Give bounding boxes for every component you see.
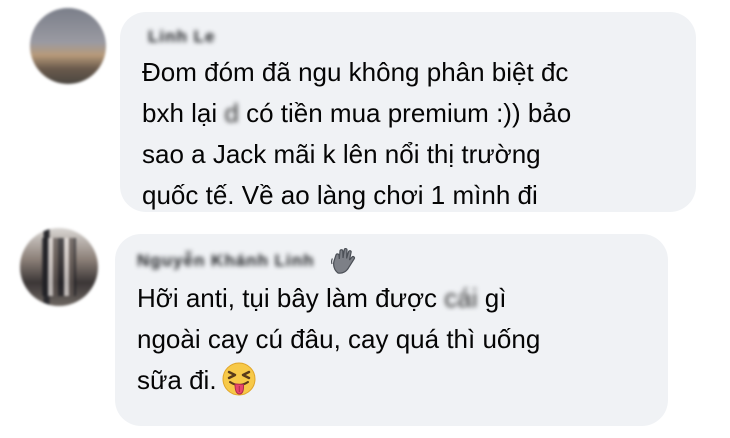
comment-line: ngoài cay cú đâu, cay quá thì uống [137,324,541,354]
censored-word: d [224,98,239,128]
avatar[interactable] [20,228,98,306]
comment-line: sữa đi. [137,365,217,395]
comment-line-part: gì [484,283,507,313]
comment-line: sao a Jack mãi k lên nổi thị trường [142,139,541,169]
comment-bubble: Nguyễn Khánh Linh Hỡi anti, tụi bây làm … [115,234,668,426]
comment-bubble: Linh Le Đom đóm đã ngu không phân biệt đ… [120,12,696,212]
author-name[interactable]: Linh Le [148,27,215,47]
censored-word: cái [444,283,485,313]
comment-line-part: bxh lại [142,98,225,128]
comment-text: Hỡi anti, tụi bây làm được cái gì ngoài … [137,278,657,401]
comment-line: quốc tế. Về ao làng chơi 1 mình đi [142,180,538,210]
waving-hand-icon [330,247,355,274]
avatar[interactable] [30,8,106,84]
author-name[interactable]: Nguyễn Khánh Linh [137,251,315,271]
comment-line-part: có tiền mua premium :)) bảo [238,98,572,128]
comment-author[interactable]: Nguyễn Khánh Linh [137,247,359,274]
comment-author[interactable]: Linh Le [148,26,215,48]
comment-text: Đom đóm đã ngu không phân biệt đc bxh lạ… [142,52,687,216]
comment-line-part: Hỡi anti, tụi bây làm được [137,283,445,313]
comment-line: Đom đóm đã ngu không phân biệt đc [142,57,569,87]
squinting-tongue-face-icon [222,362,256,396]
